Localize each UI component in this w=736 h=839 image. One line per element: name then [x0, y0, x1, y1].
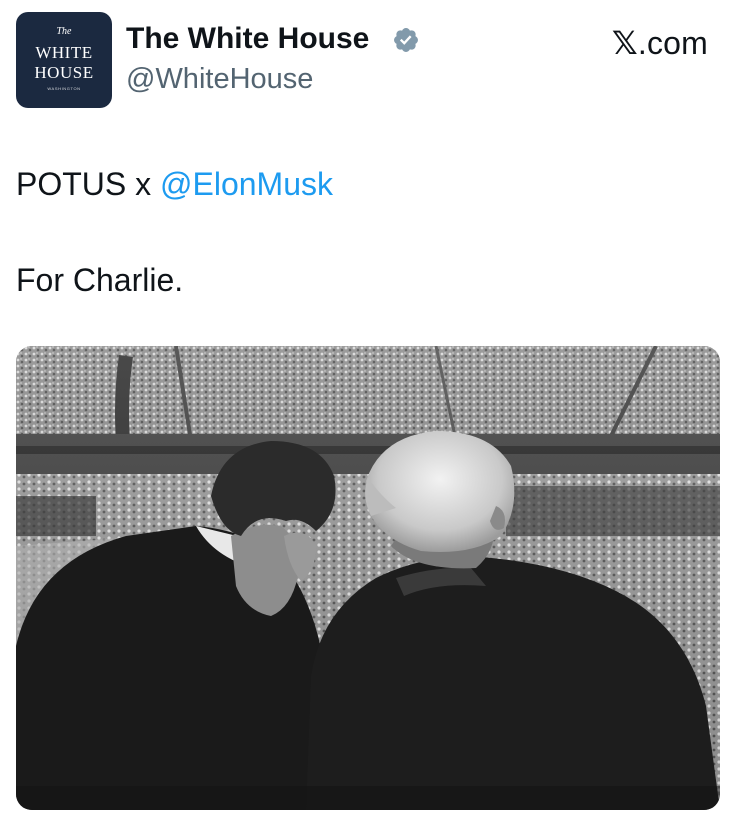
photo-content	[16, 346, 720, 810]
tweet-line-2: For Charlie.	[16, 262, 184, 298]
verified-badge-icon	[394, 28, 418, 52]
avatar-logo-line: WASHINGTON	[47, 86, 81, 91]
avatar[interactable]: The WHITE HOUSE WASHINGTON	[16, 12, 112, 108]
avatar-logo-line: WHITE	[35, 43, 93, 62]
x-logo-icon: 𝕏	[611, 24, 638, 62]
tweet-photo[interactable]	[16, 346, 720, 810]
tweet-text-prefix: POTUS x	[16, 166, 161, 202]
tweet-header: The WHITE HOUSE WASHINGTON The White Hou…	[0, 0, 736, 120]
tweet-text: POTUS x @ElonMusk For Charlie.	[16, 164, 716, 300]
source-domain: com	[646, 25, 708, 61]
account-handle[interactable]: @WhiteHouse	[126, 60, 313, 98]
tweet-line-1: POTUS x @ElonMusk	[16, 164, 716, 204]
display-name[interactable]: The White House	[126, 20, 369, 58]
source-label[interactable]: 𝕏.com	[612, 24, 708, 62]
mention-link[interactable]: @ElonMusk	[160, 166, 333, 202]
avatar-logo-line: HOUSE	[34, 63, 94, 82]
avatar-logo-line: The	[56, 26, 72, 37]
